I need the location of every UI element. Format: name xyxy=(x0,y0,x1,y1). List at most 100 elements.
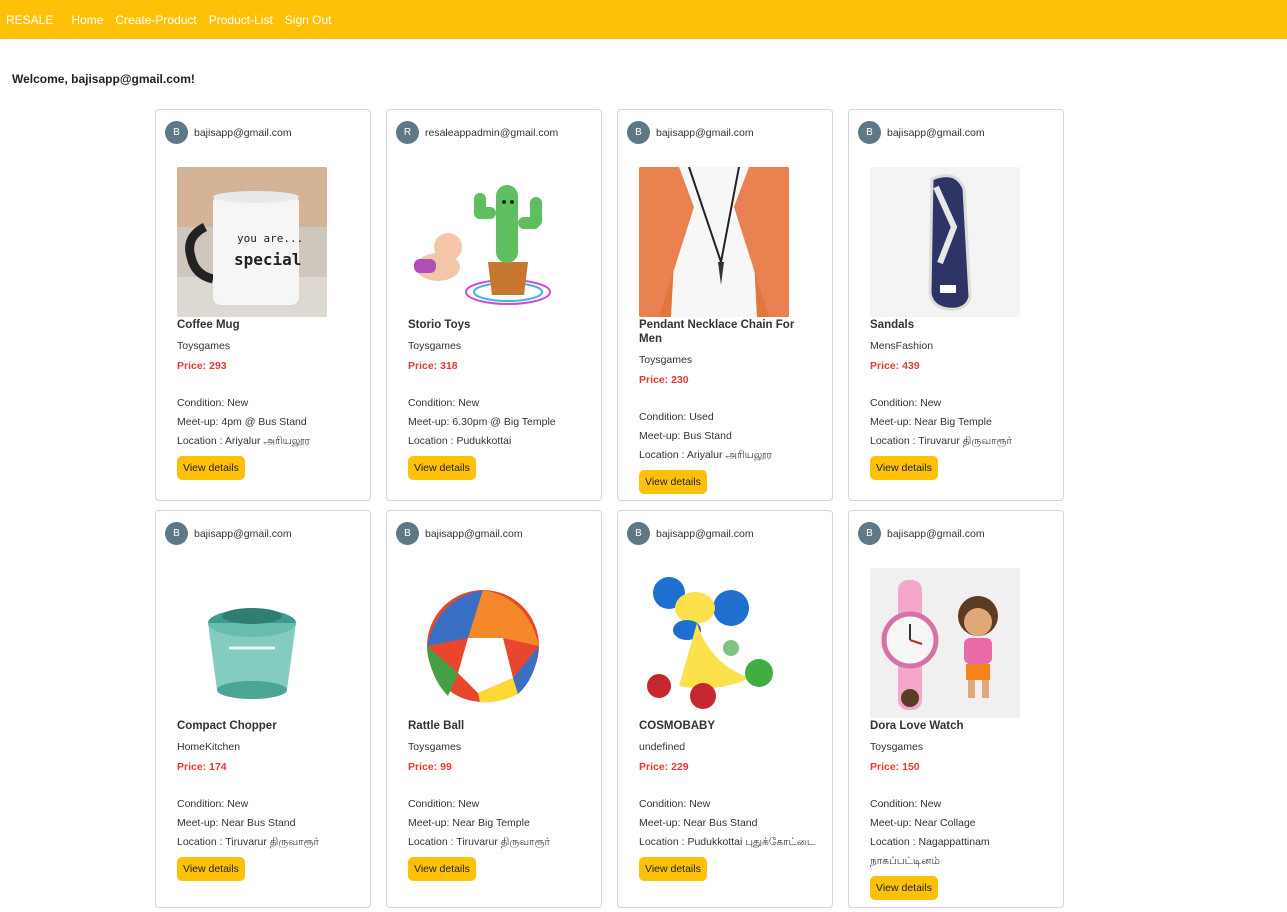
owner-email: bajisapp@gmail.com xyxy=(887,527,985,540)
meetup-value: 4pm @ Bus Stand xyxy=(221,416,307,428)
view-details-button[interactable]: View details xyxy=(639,470,707,494)
product-category: undefined xyxy=(639,741,686,753)
product-card: B bajisapp@gmail.com Sandals MensFashion… xyxy=(848,109,1064,501)
location-label: Location : xyxy=(639,836,688,848)
product-meta: Condition: New Meet-up: Near Collage Loc… xyxy=(870,795,1050,871)
product-name: Coffee Mug xyxy=(177,319,240,331)
product-category: Toysgames xyxy=(408,340,462,352)
owner-email: bajisapp@gmail.com xyxy=(425,527,523,540)
card-header: R resaleappadmin@gmail.com xyxy=(396,121,558,144)
location-value: Tiruvarur திருவாரூர் xyxy=(456,836,550,848)
card-body: Rattle Ball Toysgames Price: 99 Conditio… xyxy=(408,719,588,881)
product-name: Storio Toys xyxy=(408,319,471,331)
card-header: B bajisapp@gmail.com xyxy=(165,121,292,144)
toy-dog-image xyxy=(639,568,789,718)
product-card: B bajisapp@gmail.com COSMOBABY undefined… xyxy=(617,510,833,908)
product-meta: Condition: New Meet-up: Near Bus Stand L… xyxy=(177,795,357,852)
owner-email: resaleappadmin@gmail.com xyxy=(425,126,559,139)
view-details-button[interactable]: View details xyxy=(870,876,938,900)
location-value: Tiruvarur திருவாரூர் xyxy=(918,435,1012,447)
meetup-label: Meet-up: xyxy=(639,817,684,829)
product-meta: Condition: New Meet-up: Near Bus Stand L… xyxy=(639,795,819,852)
vegetable-chopper-image xyxy=(177,568,327,718)
avatar: B xyxy=(858,522,881,545)
product-price: Price: 229 xyxy=(639,761,819,773)
product-grid: B bajisapp@gmail.com you are... special … xyxy=(155,109,1064,908)
product-name: Rattle Ball xyxy=(408,720,465,732)
location-label: Location : xyxy=(639,449,687,461)
location-row: Location : Ariyalur அரியலூர xyxy=(639,446,819,465)
product-price: Price: 150 xyxy=(870,761,1050,773)
condition-label: Condition: xyxy=(408,397,459,409)
condition-value: New xyxy=(458,397,480,409)
nav-product-list[interactable]: Product-List xyxy=(209,13,273,27)
card-body: Dora Love Watch Toysgames Price: 150 Con… xyxy=(870,719,1050,900)
meetup-row: Meet-up: Near Bus Stand xyxy=(177,814,357,833)
view-details-button[interactable]: View details xyxy=(177,857,245,881)
card-header: B bajisapp@gmail.com xyxy=(627,121,754,144)
product-meta: Condition: Used Meet-up: Bus Stand Locat… xyxy=(639,408,819,465)
nav-create-product[interactable]: Create-Product xyxy=(115,13,196,27)
location-value: Ariyalur அரியலூர xyxy=(224,435,310,447)
card-body: Pendant Necklace Chain For Men Toysgames… xyxy=(639,318,819,494)
owner-email: bajisapp@gmail.com xyxy=(656,527,754,540)
meetup-row: Meet-up: 4pm @ Bus Stand xyxy=(177,413,357,432)
view-details-button[interactable]: View details xyxy=(177,456,245,480)
view-details-button[interactable]: View details xyxy=(408,857,476,881)
card-body: Storio Toys Toysgames Price: 318 Conditi… xyxy=(408,318,588,480)
dora-watch-image xyxy=(870,568,1020,718)
brand-logo[interactable]: RESALE xyxy=(6,13,53,27)
price-label: Price: xyxy=(408,761,441,773)
avatar: B xyxy=(858,121,881,144)
product-card: B bajisapp@gmail.com Pendant Necklace Ch… xyxy=(617,109,833,501)
location-row: Location : Tiruvarur திருவாரூர் xyxy=(870,432,1050,451)
product-meta: Condition: New Meet-up: 6.30pm @ Big Tem… xyxy=(408,394,588,451)
card-header: B bajisapp@gmail.com xyxy=(396,522,523,545)
condition-value: Used xyxy=(689,411,714,423)
meetup-row: Meet-up: Near Big Temple xyxy=(408,814,588,833)
condition-label: Condition: xyxy=(408,798,459,810)
meetup-value: Near Bus Stand xyxy=(221,817,296,829)
meetup-label: Meet-up: xyxy=(870,817,915,829)
condition-row: Condition: Used xyxy=(639,408,819,427)
view-details-button[interactable]: View details xyxy=(408,456,476,480)
nav-home[interactable]: Home xyxy=(71,13,103,27)
location-row: Location : Tiruvarur திருவாரூர் xyxy=(408,833,588,852)
product-category: Toysgames xyxy=(408,741,462,753)
price-label: Price: xyxy=(870,360,903,372)
nav-sign-out[interactable]: Sign Out xyxy=(285,13,332,27)
meetup-label: Meet-up: xyxy=(177,817,222,829)
price-label: Price: xyxy=(639,761,672,773)
condition-label: Condition: xyxy=(870,397,921,409)
product-name: Pendant Necklace Chain For Men xyxy=(639,319,795,345)
location-row: Location : Pudukkottai புதுக்கோட்டை xyxy=(639,833,819,852)
product-price: Price: 99 xyxy=(408,761,588,773)
price-value: 229 xyxy=(671,761,689,773)
meetup-value: Near Big Temple xyxy=(452,817,530,829)
price-label: Price: xyxy=(639,374,672,386)
location-label: Location : xyxy=(177,836,226,848)
meetup-label: Meet-up: xyxy=(408,817,453,829)
location-label: Location : xyxy=(408,836,457,848)
owner-email: bajisapp@gmail.com xyxy=(194,126,292,139)
owner-email: bajisapp@gmail.com xyxy=(656,126,754,139)
product-name: Compact Chopper xyxy=(177,720,277,732)
product-price: Price: 174 xyxy=(177,761,357,773)
price-value: 318 xyxy=(440,360,458,372)
product-price: Price: 230 xyxy=(639,374,819,386)
product-category: Toysgames xyxy=(870,741,924,753)
view-details-button[interactable]: View details xyxy=(639,857,707,881)
card-header: B bajisapp@gmail.com xyxy=(165,522,292,545)
owner-email: bajisapp@gmail.com xyxy=(194,527,292,540)
condition-row: Condition: New xyxy=(408,394,588,413)
meetup-value: Near Collage xyxy=(914,817,976,829)
meetup-label: Meet-up: xyxy=(177,416,222,428)
product-meta: Condition: New Meet-up: 4pm @ Bus Stand … xyxy=(177,394,357,451)
meetup-label: Meet-up: xyxy=(870,416,915,428)
product-card: B bajisapp@gmail.com you are... special … xyxy=(155,109,371,501)
avatar: B xyxy=(165,121,188,144)
condition-label: Condition: xyxy=(177,397,228,409)
condition-row: Condition: New xyxy=(408,795,588,814)
condition-value: New xyxy=(227,397,249,409)
view-details-button[interactable]: View details xyxy=(870,456,938,480)
